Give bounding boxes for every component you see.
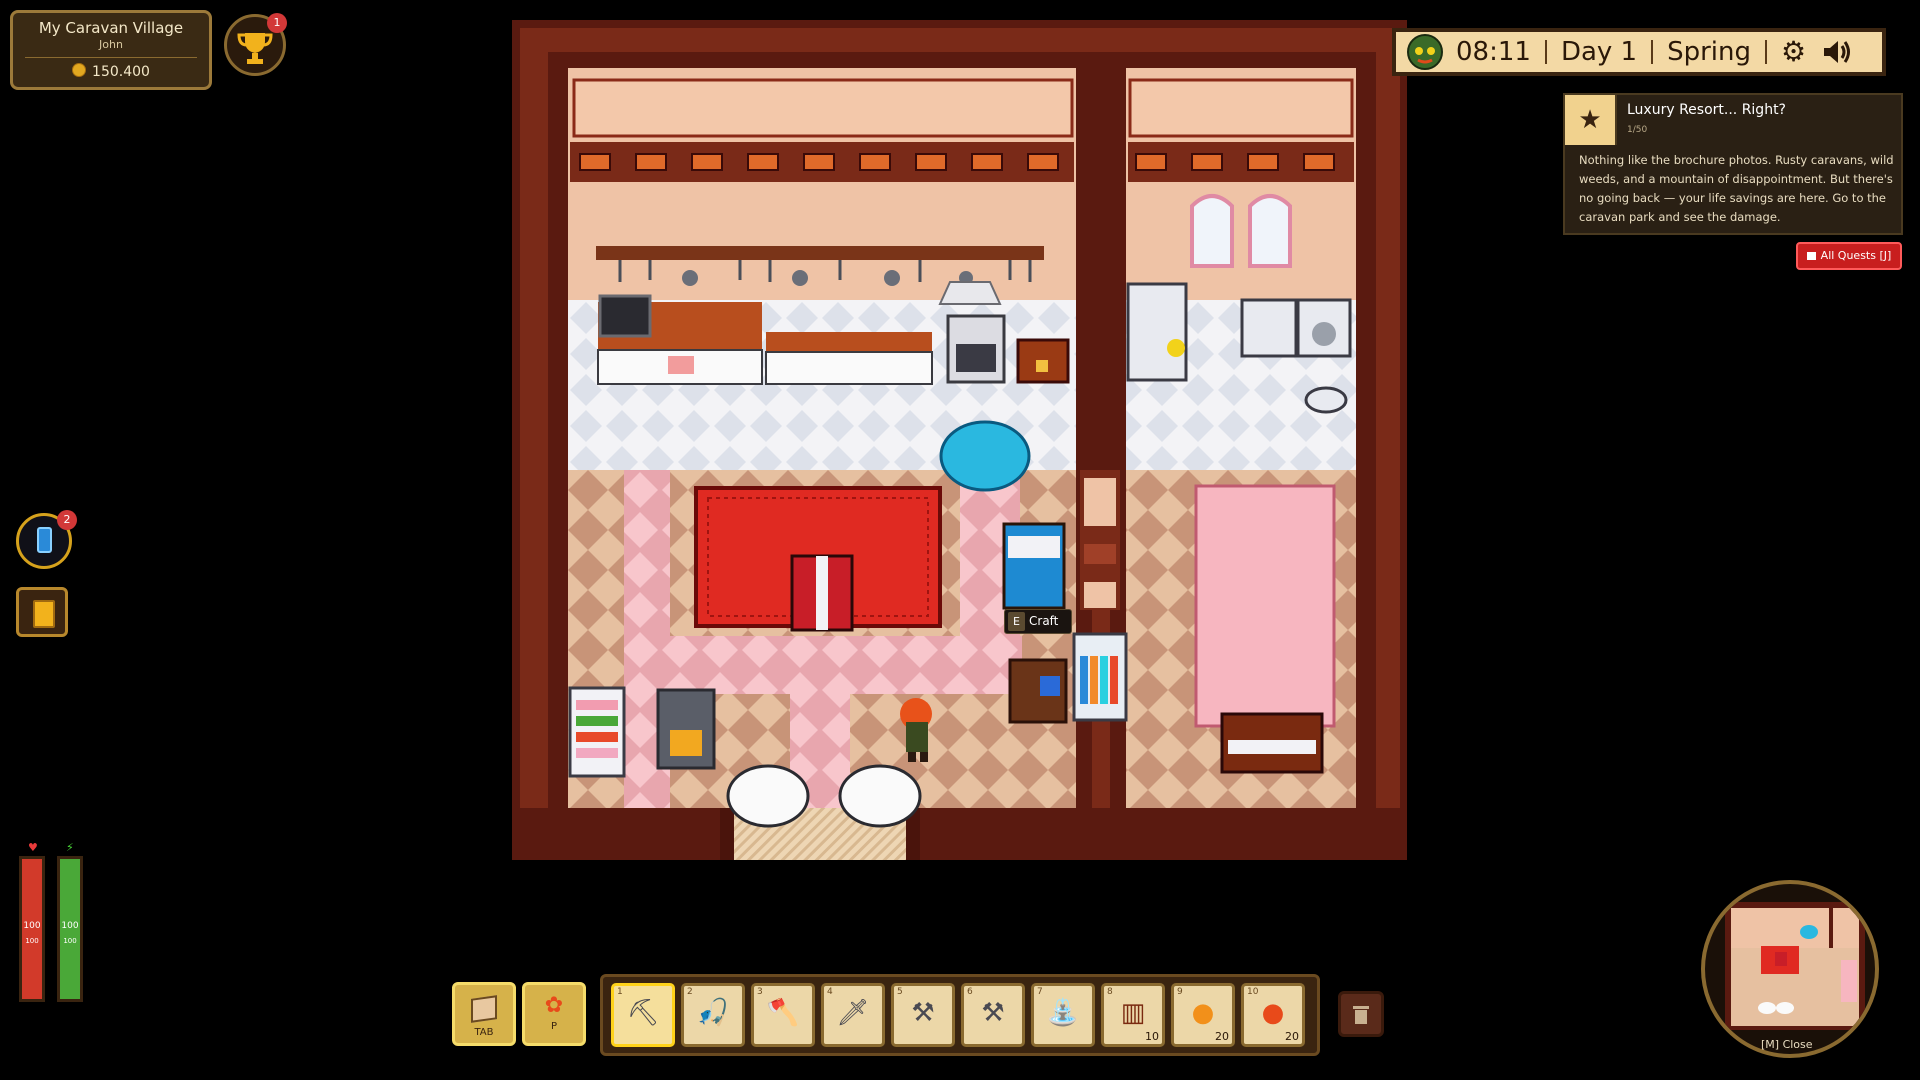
- craft-label: Craft: [1029, 614, 1059, 628]
- health-bar: 100 100: [19, 856, 45, 1002]
- quest-progress: 1/50: [1627, 125, 1648, 135]
- slot-number: 2: [687, 987, 693, 997]
- season-display: Spring: [1667, 37, 1751, 67]
- hotbar-slot-6[interactable]: 6 ⚒: [961, 983, 1025, 1047]
- divider: [25, 57, 197, 58]
- slot-number: 3: [757, 987, 763, 997]
- pets-button[interactable]: ✿ P: [522, 982, 586, 1046]
- hoe-icon: ⚒: [981, 998, 1005, 1028]
- trash-button[interactable]: [1338, 991, 1384, 1037]
- hotbar-slot-1[interactable]: 1 ⛏: [611, 983, 675, 1047]
- inventory-key: TAB: [474, 1027, 494, 1038]
- energy-max: 100: [63, 937, 77, 945]
- achievements-button[interactable]: 1: [224, 13, 287, 76]
- owner-name: John: [99, 38, 123, 51]
- money-display: 150.400: [13, 63, 209, 80]
- journal-button[interactable]: [16, 587, 68, 637]
- energy-icon: ⚡: [66, 841, 74, 854]
- village-name: My Caravan Village: [38, 19, 184, 37]
- quest-card[interactable]: ★ Luxury Resort... Right? 1/50 Nothing l…: [1563, 93, 1903, 235]
- star-icon: ★: [1565, 95, 1617, 145]
- slot-number: 5: [897, 987, 903, 997]
- watering-can-icon: ⛲: [1046, 998, 1080, 1028]
- slot-number: 7: [1037, 987, 1043, 997]
- orange-fruit-icon: ●: [1191, 998, 1215, 1028]
- slot-quantity: 10: [1145, 1030, 1159, 1043]
- health-max: 100: [25, 937, 39, 945]
- paw-icon: ✿: [544, 993, 564, 1018]
- inventory-button[interactable]: TAB: [452, 982, 516, 1046]
- hotbar-slot-7[interactable]: 7 ⛲: [1031, 983, 1095, 1047]
- energy-bar: 100 100: [57, 856, 83, 1002]
- all-quests-key: [J]: [1879, 249, 1892, 262]
- gear-icon[interactable]: ⚙: [1781, 38, 1806, 66]
- shovel-icon: ⚒: [911, 998, 935, 1028]
- time-bar: 08:11 Day 1 Spring ⚙: [1392, 28, 1886, 76]
- inventory-box-icon: [471, 995, 497, 1023]
- sword-icon: 🗡: [836, 998, 870, 1028]
- hotbar-slot-5[interactable]: 5 ⚒: [891, 983, 955, 1047]
- energy-value: 100: [61, 921, 79, 931]
- separator: [1544, 40, 1547, 64]
- phone-badge: 2: [57, 510, 77, 530]
- quest-description: Nothing like the brochure photos. Rusty …: [1579, 153, 1894, 224]
- minimap-view: [1725, 902, 1865, 1030]
- hotbar: 1 ⛏ 2 🎣 3 🪓 4 🗡 5 ⚒ 6 ⚒ 7 ⛲ 8 ▥ 10 9 ● 20 10 ● 20: [600, 974, 1320, 1056]
- minimap[interactable]: [1701, 880, 1879, 1058]
- book-icon: [1806, 252, 1816, 260]
- money-amount: 150.400: [92, 64, 150, 80]
- hotbar-slot-10[interactable]: 10 ● 20: [1241, 983, 1305, 1047]
- separator: [1765, 40, 1767, 64]
- day-display: Day 1: [1560, 37, 1638, 67]
- quest-title: Luxury Resort... Right?: [1627, 102, 1786, 118]
- slot-quantity: 20: [1285, 1030, 1299, 1043]
- slot-number: 6: [967, 987, 973, 997]
- minimap-close-label[interactable]: [M] Close: [1761, 1038, 1813, 1051]
- slot-number: 4: [827, 987, 833, 997]
- health-value: 100: [23, 921, 41, 931]
- all-quests-button[interactable]: All Quests [J]: [1796, 242, 1902, 270]
- speaker-icon[interactable]: [1820, 36, 1852, 68]
- journal-icon: [33, 600, 55, 628]
- slot-number: 1: [617, 987, 623, 997]
- pickaxe-icon: ⛏: [626, 998, 660, 1028]
- slot-number: 8: [1107, 987, 1113, 997]
- hotbar-slot-4[interactable]: 4 🗡: [821, 983, 885, 1047]
- heart-icon: ♥: [28, 841, 38, 854]
- trash-icon: [1353, 1006, 1369, 1024]
- hotbar-slot-2[interactable]: 2 🎣: [681, 983, 745, 1047]
- all-quests-label: All Quests: [1820, 249, 1876, 262]
- separator: [1651, 40, 1654, 64]
- hotbar-slot-9[interactable]: 9 ● 20: [1171, 983, 1235, 1047]
- coin-icon: [72, 63, 87, 77]
- slot-number: 9: [1177, 987, 1183, 997]
- time-display: 08:11: [1456, 37, 1531, 67]
- craft-key: E: [1008, 612, 1025, 631]
- pets-key: P: [550, 1021, 558, 1032]
- hotbar-slot-8[interactable]: 8 ▥ 10: [1101, 983, 1165, 1047]
- axe-icon: 🪓: [766, 998, 800, 1028]
- hotbar-slot-3[interactable]: 3 🪓: [751, 983, 815, 1047]
- bed-item-icon: ▥: [1120, 998, 1146, 1028]
- fishing-rod-icon: 🎣: [696, 998, 730, 1028]
- village-panel: My Caravan Village John 150.400: [10, 10, 212, 90]
- achievements-badge: 1: [267, 13, 287, 33]
- phone-button[interactable]: 2: [16, 510, 77, 569]
- tanuki-icon: [1407, 34, 1443, 70]
- slot-number: 10: [1247, 987, 1259, 997]
- craft-prompt[interactable]: E Craft: [1004, 609, 1072, 634]
- strawberry-jar-icon: ●: [1261, 998, 1285, 1028]
- slot-quantity: 20: [1215, 1030, 1229, 1043]
